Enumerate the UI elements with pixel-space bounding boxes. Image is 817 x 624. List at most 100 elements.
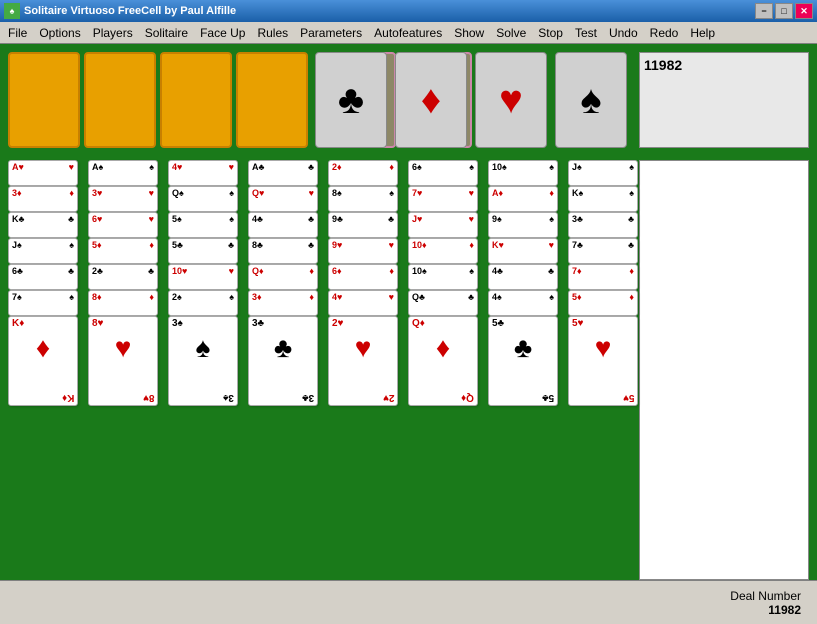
card-col1-4[interactable]: J♠♠ — [8, 238, 78, 264]
card-col2-4[interactable]: 5♦♦ — [88, 238, 158, 264]
titlebar: ♠ Solitaire Virtuoso FreeCell by Paul Al… — [0, 0, 817, 22]
freecell-slot-2[interactable] — [84, 52, 156, 148]
card-col8-7[interactable]: 5♥ ♥ 5♥ — [568, 316, 638, 406]
card-col6-7[interactable]: Q♦ ♦ Q♦ — [408, 316, 478, 406]
column-1: A♥♥ 3♦♦ K♣♣ J♠♠ 6♣♣ 7♠♠ K♦ ♦ K♦ — [8, 160, 84, 406]
card-col2-7[interactable]: 8♥ ♥ 8♥ — [88, 316, 158, 406]
menubar: FileOptionsPlayersSolitaireFace UpRulesP… — [0, 22, 817, 44]
game-area: ♣ ♦ ♥ ♠ 11982 A♥♥ 3♦♦ K♣♣ J♠♠ 6♣♣ 7♠♠ K♦ — [0, 44, 817, 624]
card-col5-3[interactable]: 9♣♣ — [328, 212, 398, 238]
card-col7-2[interactable]: A♦♦ — [488, 186, 558, 212]
menu-item-show[interactable]: Show — [448, 24, 490, 42]
card-col3-5[interactable]: 10♥♥ — [168, 264, 238, 290]
card-col2-2[interactable]: 3♥♥ — [88, 186, 158, 212]
title-text: Solitaire Virtuoso FreeCell by Paul Alfi… — [24, 5, 755, 17]
freecell-slot-3[interactable] — [160, 52, 232, 148]
freecell-slot-1[interactable] — [8, 52, 80, 148]
card-col8-3[interactable]: 3♣♣ — [568, 212, 638, 238]
menu-item-parameters[interactable]: Parameters — [294, 24, 368, 42]
card-col1-7[interactable]: K♦ ♦ K♦ — [8, 316, 78, 406]
card-col8-6[interactable]: 5♦♦ — [568, 290, 638, 316]
foundation-spades[interactable]: ♠ — [555, 52, 627, 148]
column-6: 6♠♠ 7♥♥ J♥♥ 10♦♦ 10♠♠ Q♣♣ Q♦ ♦ Q♦ — [408, 160, 484, 406]
column-2: A♠♠ 3♥♥ 6♥♥ 5♦♦ 2♣♣ 8♦♦ 8♥ ♥ 8♥ — [88, 160, 164, 406]
deal-number-bar: Deal Number 11982 — [0, 580, 817, 624]
card-col7-7[interactable]: 5♣ ♣ 5♣ — [488, 316, 558, 406]
column-3: 4♥♥ Q♠♠ 5♠♠ 5♣♣ 10♥♥ 2♠♠ 3♠ ♠ 3♠ — [168, 160, 244, 406]
card-col3-1[interactable]: 4♥♥ — [168, 160, 238, 186]
card-col6-1[interactable]: 6♠♠ — [408, 160, 478, 186]
card-col6-6[interactable]: Q♣♣ — [408, 290, 478, 316]
card-col2-3[interactable]: 6♥♥ — [88, 212, 158, 238]
card-col4-7[interactable]: 3♣ ♣ 3♣ — [248, 316, 318, 406]
menu-item-file[interactable]: File — [2, 24, 33, 42]
card-col1-1[interactable]: A♥♥ — [8, 160, 78, 186]
card-col3-6[interactable]: 2♠♠ — [168, 290, 238, 316]
card-col1-3[interactable]: K♣♣ — [8, 212, 78, 238]
menu-item-face up[interactable]: Face Up — [194, 24, 251, 42]
card-col6-2[interactable]: 7♥♥ — [408, 186, 478, 212]
card-col2-5[interactable]: 2♣♣ — [88, 264, 158, 290]
menu-item-rules[interactable]: Rules — [251, 24, 294, 42]
card-col8-2[interactable]: K♠♠ — [568, 186, 638, 212]
card-col7-6[interactable]: 4♠♠ — [488, 290, 558, 316]
score-value: 11982 — [644, 57, 682, 73]
card-col3-7[interactable]: 3♠ ♠ 3♠ — [168, 316, 238, 406]
card-col4-2[interactable]: Q♥♥ — [248, 186, 318, 212]
card-col6-3[interactable]: J♥♥ — [408, 212, 478, 238]
menu-item-options[interactable]: Options — [33, 24, 86, 42]
card-col4-1[interactable]: A♣♣ — [248, 160, 318, 186]
column-4: A♣♣ Q♥♥ 4♣♣ 8♣♣ Q♦♦ 3♦♦ 3♣ ♣ 3♣ — [248, 160, 324, 406]
menu-item-redo[interactable]: Redo — [644, 24, 685, 42]
menu-item-solve[interactable]: Solve — [490, 24, 532, 42]
card-col2-6[interactable]: 8♦♦ — [88, 290, 158, 316]
window-controls: − □ ✕ — [755, 3, 813, 19]
menu-item-autofeatures[interactable]: Autofeatures — [368, 24, 448, 42]
card-col7-3[interactable]: 9♠♠ — [488, 212, 558, 238]
menu-item-solitaire[interactable]: Solitaire — [139, 24, 194, 42]
score-display: 11982 — [639, 52, 809, 148]
card-col8-5[interactable]: 7♦♦ — [568, 264, 638, 290]
card-col3-3[interactable]: 5♠♠ — [168, 212, 238, 238]
right-panel — [639, 160, 809, 580]
freecell-slot-4[interactable] — [236, 52, 308, 148]
card-col2-1[interactable]: A♠♠ — [88, 160, 158, 186]
card-col4-3[interactable]: 4♣♣ — [248, 212, 318, 238]
card-col8-4[interactable]: 7♣♣ — [568, 238, 638, 264]
menu-item-test[interactable]: Test — [569, 24, 603, 42]
card-col4-4[interactable]: 8♣♣ — [248, 238, 318, 264]
card-col5-1[interactable]: 2♦♦ — [328, 160, 398, 186]
foundation-hearts[interactable]: ♥ — [475, 52, 547, 148]
deal-number-label: Deal Number — [730, 589, 801, 603]
card-col5-6[interactable]: 4♥♥ — [328, 290, 398, 316]
card-col7-1[interactable]: 10♠♠ — [488, 160, 558, 186]
menu-item-players[interactable]: Players — [87, 24, 139, 42]
card-col8-1[interactable]: J♠♠ — [568, 160, 638, 186]
card-col3-2[interactable]: Q♠♠ — [168, 186, 238, 212]
card-col5-5[interactable]: 6♦♦ — [328, 264, 398, 290]
foundation-diamonds[interactable]: ♦ — [395, 52, 467, 148]
card-col5-2[interactable]: 8♠♠ — [328, 186, 398, 212]
card-col4-5[interactable]: Q♦♦ — [248, 264, 318, 290]
card-col3-4[interactable]: 5♣♣ — [168, 238, 238, 264]
minimize-button[interactable]: − — [755, 3, 773, 19]
tableau-area: A♥♥ 3♦♦ K♣♣ J♠♠ 6♣♣ 7♠♠ K♦ ♦ K♦ A♠♠ 3♥♥ — [8, 160, 644, 406]
foundation-clubs[interactable]: ♣ — [315, 52, 387, 148]
card-col6-5[interactable]: 10♠♠ — [408, 264, 478, 290]
card-col1-5[interactable]: 6♣♣ — [8, 264, 78, 290]
card-col5-4[interactable]: 9♥♥ — [328, 238, 398, 264]
menu-item-undo[interactable]: Undo — [603, 24, 644, 42]
column-5: 2♦♦ 8♠♠ 9♣♣ 9♥♥ 6♦♦ 4♥♥ 2♥ ♥ 2♥ — [328, 160, 404, 406]
close-button[interactable]: ✕ — [795, 3, 813, 19]
menu-item-help[interactable]: Help — [684, 24, 721, 42]
card-col4-6[interactable]: 3♦♦ — [248, 290, 318, 316]
card-col1-6[interactable]: 7♠♠ — [8, 290, 78, 316]
card-col5-7[interactable]: 2♥ ♥ 2♥ — [328, 316, 398, 406]
menu-item-stop[interactable]: Stop — [532, 24, 569, 42]
card-col7-4[interactable]: K♥♥ — [488, 238, 558, 264]
card-col6-4[interactable]: 10♦♦ — [408, 238, 478, 264]
app-icon: ♠ — [4, 3, 20, 19]
maximize-button[interactable]: □ — [775, 3, 793, 19]
card-col7-5[interactable]: 4♣♣ — [488, 264, 558, 290]
card-col1-2[interactable]: 3♦♦ — [8, 186, 78, 212]
